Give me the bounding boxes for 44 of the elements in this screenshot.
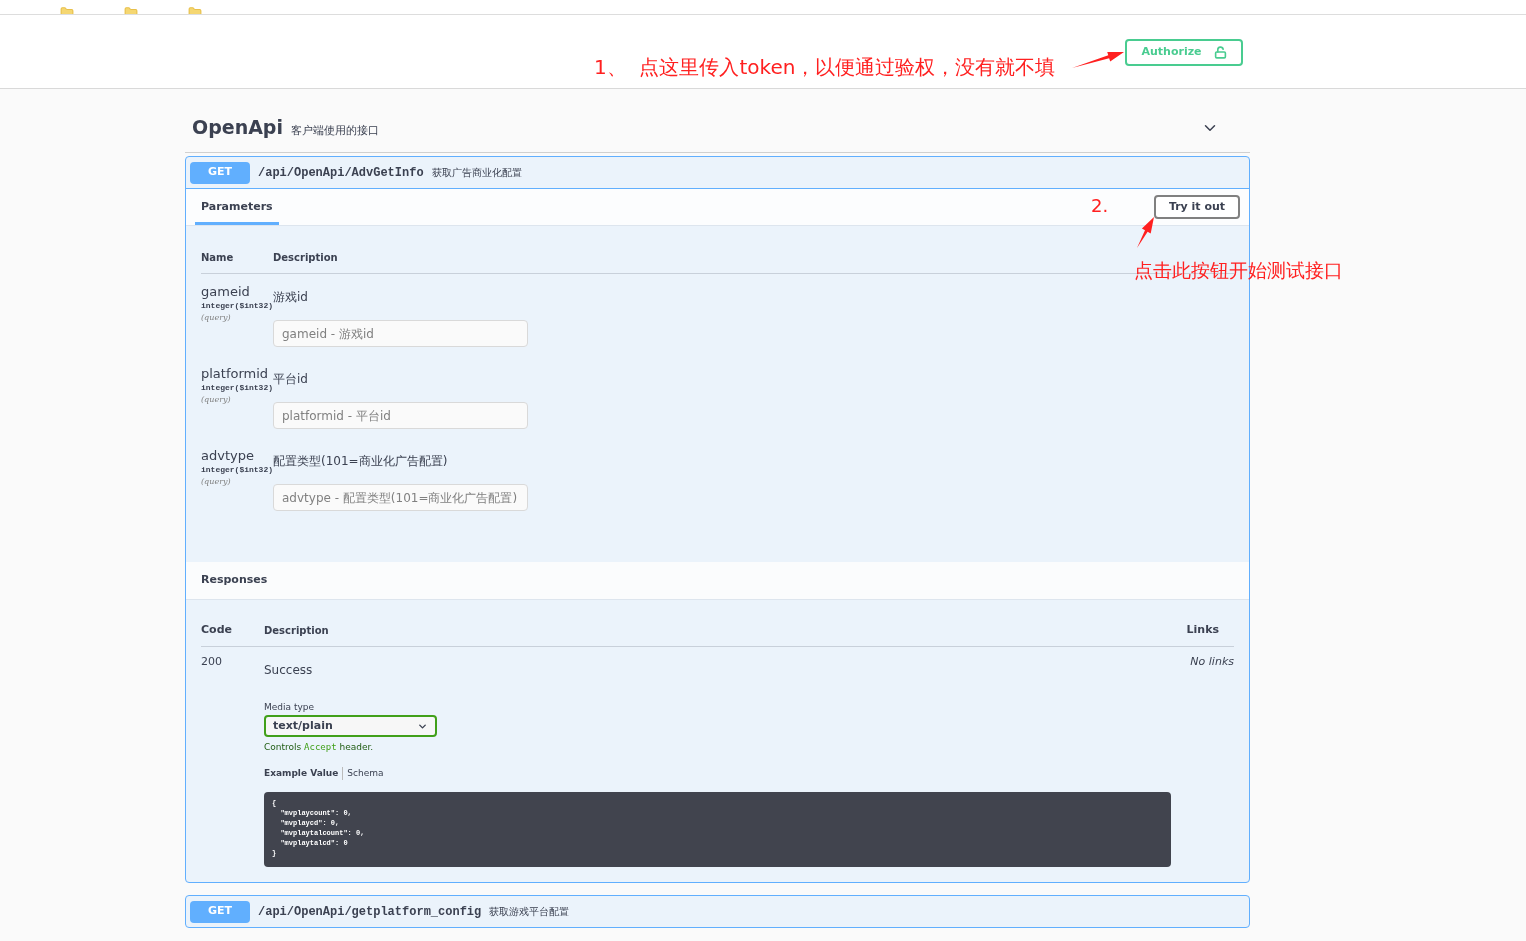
input-field[interactable]: platformid - 平台id	[273, 402, 528, 429]
column-header: Description	[273, 251, 338, 265]
endpoint-path[interactable]: /api/OpenApi/AdvGetInfo	[258, 163, 424, 182]
column-header: Code	[201, 622, 233, 638]
parameter-type: integer($int32)	[201, 382, 273, 394]
parameter-location: (query)	[201, 476, 232, 488]
section-title[interactable]: OpenApi	[192, 113, 283, 142]
media-type-note: Controls Accept header.	[264, 741, 375, 754]
response-description: Success	[264, 661, 314, 679]
responses-heading: Responses	[201, 572, 268, 589]
annotation-text: 1、 点这里传入token，以便通过验权，没有就不填	[594, 54, 1056, 81]
input-field[interactable]: gameid - 游戏id	[273, 320, 528, 347]
parameter-name: gameid	[201, 284, 251, 300]
parameter-description: 配置类型(101=商业化广告配置)	[273, 453, 449, 468]
example-tab[interactable]: Example Value	[264, 766, 339, 780]
media-type-dropdown[interactable]: text/plain	[264, 715, 437, 737]
parameter-name: platformid	[201, 366, 270, 382]
example-tab[interactable]: Schema	[342, 766, 384, 780]
parameter-description: 平台id	[273, 371, 309, 388]
parameter-name: advtype	[201, 448, 255, 464]
operation-block[interactable]	[185, 156, 1250, 883]
column-header: Links	[1186, 622, 1219, 638]
method-badge: GET	[190, 900, 250, 923]
parameter-type: integer($int32)	[201, 465, 273, 476]
response-code: 200	[201, 653, 223, 670]
parameter-type: integer($int32)	[201, 301, 273, 312]
endpoint-summary: 获取广告商业化配置	[431, 166, 522, 180]
input-field[interactable]: advtype - 配置类型(101=商业化广告配置)	[273, 484, 528, 511]
links-text: No links	[1190, 653, 1234, 670]
column-header: Name	[201, 251, 235, 265]
endpoint-path[interactable]: /api/OpenApi/getplatform_config	[258, 902, 482, 921]
lock-icon	[1213, 46, 1227, 59]
method-badge: GET	[190, 161, 250, 184]
media-type-label: Media type	[264, 700, 315, 714]
try-it-out-button[interactable]: Try it out	[1154, 195, 1240, 219]
column-header: Description	[264, 623, 330, 638]
parameter-location: (query)	[201, 312, 232, 324]
parameter-description: 游戏id	[273, 289, 309, 304]
parameters-tab[interactable]: Parameters	[195, 189, 279, 225]
annotation-text: 2.	[1091, 194, 1109, 218]
endpoint-summary: 获取游戏平台配置	[489, 905, 570, 919]
operation-block[interactable]: GET /api/OpenApi/getplatform_config 获取游戏平台配置	[185, 895, 1250, 928]
section-description: 客户端使用的接口	[291, 123, 379, 140]
parameter-location: (query)	[201, 394, 232, 406]
